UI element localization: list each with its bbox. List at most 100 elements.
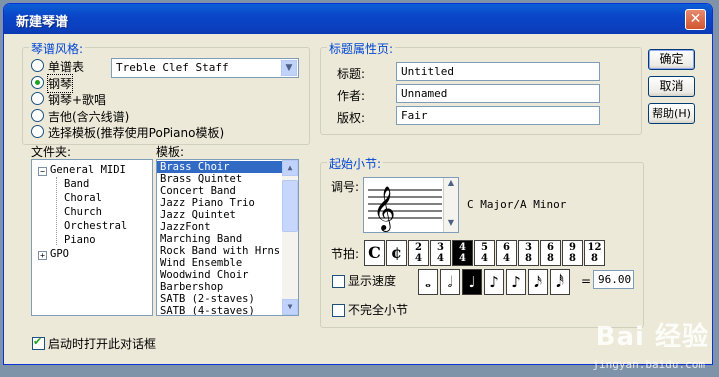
title-field-input[interactable]: Untitled xyxy=(396,62,600,81)
style-radio[interactable] xyxy=(31,59,44,72)
time-signature-button[interactable]: 64 xyxy=(496,240,517,266)
time-signature-button[interactable]: 38 xyxy=(518,240,539,266)
style-radio[interactable] xyxy=(31,92,44,105)
baidu-watermark-url: jingyan.baidu.com xyxy=(592,358,705,371)
style-option-label: 钢琴 xyxy=(46,73,74,93)
title-properties-label: 标题属性页: xyxy=(327,40,396,57)
scroll-thumb[interactable] xyxy=(282,180,298,232)
tempo-note-button[interactable]: ♩ xyxy=(462,269,482,295)
tempo-note-button[interactable]: 𝅘𝅥𝅯 xyxy=(528,269,548,295)
key-down-icon[interactable]: ▼ xyxy=(444,218,458,232)
style-radio[interactable] xyxy=(31,125,44,138)
time-signature-button[interactable]: 68 xyxy=(540,240,561,266)
template-item[interactable]: Jazz Quintet xyxy=(157,209,282,221)
template-scrollbar[interactable]: ▲ ▼ xyxy=(282,160,298,315)
tempo-note-button[interactable]: ♪ xyxy=(506,269,526,295)
folder-item-label: Band xyxy=(64,178,90,190)
staff-select[interactable]: Treble Clef Staff ▼ xyxy=(111,58,299,78)
title-field-label: 作者: xyxy=(337,89,366,103)
close-icon: ✕ xyxy=(689,11,702,27)
style-radio[interactable] xyxy=(31,75,44,89)
scroll-up-button[interactable]: ▲ xyxy=(282,160,298,176)
template-item[interactable]: Brass Quintet xyxy=(157,173,282,185)
time-numerator: 6 xyxy=(503,242,510,253)
svg-text:𝄞: 𝄞 xyxy=(373,186,395,232)
folder-item[interactable]: Band xyxy=(64,178,89,190)
template-item[interactable]: Woodwind Choir xyxy=(157,269,282,281)
time-denominator: 4 xyxy=(437,253,444,264)
template-item[interactable]: Barbershop xyxy=(157,281,282,293)
show-tempo-checkbox[interactable] xyxy=(332,275,345,288)
expand-icon[interactable]: + xyxy=(38,251,47,260)
folder-item[interactable]: Church xyxy=(64,206,102,218)
key-label: 调号: xyxy=(331,180,360,194)
cancel-button[interactable]: 取消 xyxy=(648,76,695,97)
folder-item-label: Orchestral xyxy=(64,220,128,232)
time-denominator: 4 xyxy=(503,253,510,264)
key-scrollbar[interactable]: ▲ ▼ xyxy=(443,178,458,232)
time-signature-button[interactable]: 24 xyxy=(408,240,429,266)
folder-tree[interactable]: − General MIDI Band Choral Church Orchestral P… xyxy=(31,159,153,316)
tempo-input[interactable]: 96.00 xyxy=(593,270,634,289)
template-item[interactable]: Jazz Piano Trio xyxy=(157,197,282,209)
baidu-watermark: Bai 经验 xyxy=(595,322,709,352)
start-measure-label: 起始小节: xyxy=(327,155,384,172)
time-signature-button[interactable]: 44 xyxy=(452,240,473,266)
time-denominator: 8 xyxy=(547,253,554,264)
pickup-measure-checkbox[interactable] xyxy=(332,304,345,317)
time-denominator: 8 xyxy=(591,253,598,264)
help-button[interactable]: 帮助(H) xyxy=(648,103,695,124)
folder-item[interactable]: General MIDI xyxy=(50,164,126,176)
time-signature-button[interactable]: C xyxy=(364,240,385,266)
template-label: 模板: xyxy=(156,145,185,159)
close-button[interactable]: ✕ xyxy=(685,9,706,30)
template-item[interactable]: SATB (4-staves) xyxy=(157,305,282,315)
new-score-dialog: 新建琴谱 ✕ 琴谱风格: 单谱表 钢琴 钢琴+歌唱 吉他(含六线谱) 选择模板(推荐使用… xyxy=(3,3,713,365)
time-numerator: 3 xyxy=(437,242,444,253)
folder-item[interactable]: GPO xyxy=(50,248,69,260)
folder-item[interactable]: Choral xyxy=(64,192,102,204)
key-signature-preview[interactable]: 𝄞 ▲ ▼ xyxy=(363,177,459,233)
title-field-label: 版权: xyxy=(337,111,366,125)
template-list[interactable]: Brass Choir Brass Quintet Concert Band Jazz… xyxy=(156,159,299,316)
tempo-note-button[interactable]: ♪ xyxy=(484,269,504,295)
folder-item[interactable]: Piano xyxy=(64,234,96,246)
ok-button[interactable]: 确定 xyxy=(648,49,695,70)
tempo-note-button[interactable]: 𝅝 xyxy=(418,269,438,295)
title-bar[interactable]: 新建琴谱 ✕ xyxy=(4,4,712,34)
tree-line xyxy=(56,177,57,245)
key-up-icon[interactable]: ▲ xyxy=(444,178,458,192)
template-item[interactable]: Marching Band xyxy=(157,233,282,245)
tempo-note-button[interactable]: 𝅗𝅥 xyxy=(440,269,460,295)
scroll-down-button[interactable]: ▼ xyxy=(282,299,298,315)
time-signature-button[interactable]: ¢ xyxy=(386,240,407,266)
time-signature-button[interactable]: 12 8 xyxy=(584,240,605,266)
time-denominator: 4 xyxy=(459,253,466,264)
time-signature-button[interactable]: 54 xyxy=(474,240,495,266)
time-denominator: 4 xyxy=(415,253,422,264)
time-signature-button[interactable]: 98 xyxy=(562,240,583,266)
template-item[interactable]: Wind Ensemble xyxy=(157,257,282,269)
template-item[interactable]: Rock Band with Hrns xyxy=(157,245,282,257)
tempo-equals: = xyxy=(581,274,592,288)
chevron-down-icon[interactable]: ▼ xyxy=(281,60,297,76)
style-radio[interactable] xyxy=(31,108,44,122)
key-value: C Major/A Minor xyxy=(467,198,567,211)
template-item[interactable]: SATB (2-staves) xyxy=(157,293,282,305)
time-label: 节拍: xyxy=(331,247,360,261)
style-option-label: 吉他(含六线谱) xyxy=(48,109,130,124)
collapse-icon[interactable]: − xyxy=(38,167,47,176)
folder-item[interactable]: Orchestral xyxy=(64,220,127,232)
title-field-input[interactable]: Unnamed xyxy=(396,84,600,103)
folder-item-label: Choral xyxy=(64,192,102,204)
startup-checkbox[interactable] xyxy=(32,335,45,350)
title-field-label: 标题: xyxy=(337,67,366,81)
time-numerator: 5 xyxy=(481,242,488,253)
template-item[interactable]: Brass Choir xyxy=(157,161,282,173)
time-numerator: 12 xyxy=(587,242,602,253)
template-item[interactable]: Concert Band xyxy=(157,185,282,197)
template-item[interactable]: JazzFont xyxy=(157,221,282,233)
title-field-input[interactable]: Fair xyxy=(396,106,600,125)
time-signature-button[interactable]: 34 xyxy=(430,240,451,266)
tempo-note-button[interactable]: 𝅘𝅥𝅰 xyxy=(550,269,570,295)
